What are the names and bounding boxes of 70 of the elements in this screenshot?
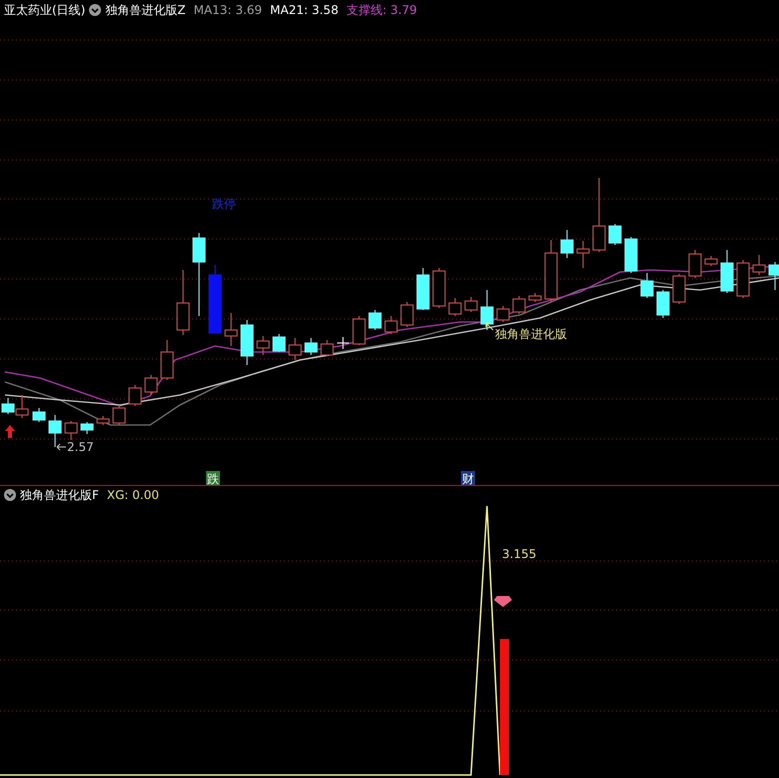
price-label: 2.57 [67, 440, 94, 454]
candlestick [512, 296, 526, 314]
candlestick [448, 298, 462, 316]
candlestick [64, 420, 78, 440]
candlestick [224, 312, 238, 346]
candlestick [768, 262, 779, 290]
candlestick [624, 236, 638, 274]
leader-line [56, 444, 66, 450]
crosshair-icon [336, 336, 350, 350]
signal-tag: 财 [461, 471, 475, 485]
reading-label: MA21: [270, 3, 308, 17]
candlestick [560, 230, 574, 258]
candlestick [544, 240, 558, 302]
candlestick [672, 274, 686, 304]
candlestick [160, 340, 174, 380]
candlestick [128, 384, 142, 406]
candlestick [416, 268, 430, 310]
candlestick [384, 316, 398, 334]
candlestick [2, 398, 14, 414]
candlestick [608, 224, 622, 246]
reading-value: 3.79 [390, 3, 418, 17]
candlestick [720, 250, 734, 294]
leader-line [486, 322, 494, 330]
candlestick [256, 336, 270, 356]
candlestick [272, 334, 286, 352]
candlestick [704, 256, 718, 266]
candlestick [80, 422, 94, 434]
candlestick [288, 338, 302, 360]
candlestick [400, 302, 414, 328]
candlestick [320, 340, 334, 356]
up-arrow-icon [5, 425, 15, 438]
candlestick [16, 394, 28, 418]
candlestick [656, 290, 670, 318]
chart-label: 跌停 [212, 197, 236, 211]
candlestick [752, 254, 766, 276]
candlestick [368, 310, 382, 330]
indicator-name: 独角兽进化版Z [105, 2, 186, 19]
reading-label: 支撑线: [346, 3, 386, 17]
candlestick [528, 292, 542, 302]
candlestick [208, 264, 222, 334]
signal-tag: 跌 [206, 471, 220, 485]
candlestick [352, 316, 366, 346]
chart-label: 独角兽进化版 [495, 327, 567, 341]
candlestick [576, 240, 590, 268]
candlestick [464, 296, 478, 312]
chevron-icon[interactable] [89, 4, 102, 16]
candlestick [496, 306, 510, 322]
candlestick [480, 290, 494, 330]
candlestick [432, 268, 446, 308]
candlestick [96, 416, 110, 426]
reading-label: MA13: [194, 3, 232, 17]
candlestick [240, 320, 254, 366]
candlestick [304, 338, 318, 356]
diamond-icon [494, 596, 512, 607]
candlestick [176, 270, 190, 336]
reading-value: 0.00 [132, 488, 160, 502]
candlestick [144, 374, 158, 396]
reading-value: 3.69 [235, 3, 262, 17]
reading-value: 3.58 [312, 3, 338, 17]
chart-title: 亚太药业(日线) [4, 2, 86, 19]
indicator-name: 独角兽进化版F [20, 487, 99, 504]
candlestick [48, 414, 62, 448]
candlestick [736, 260, 750, 298]
candlestick [640, 272, 654, 298]
chevron-icon[interactable] [4, 489, 16, 501]
reading-label: XG: [106, 488, 128, 502]
candlestick [112, 404, 126, 426]
peak-label: 3.155 [502, 547, 536, 561]
candlestick [688, 250, 702, 278]
candlestick [32, 408, 46, 422]
